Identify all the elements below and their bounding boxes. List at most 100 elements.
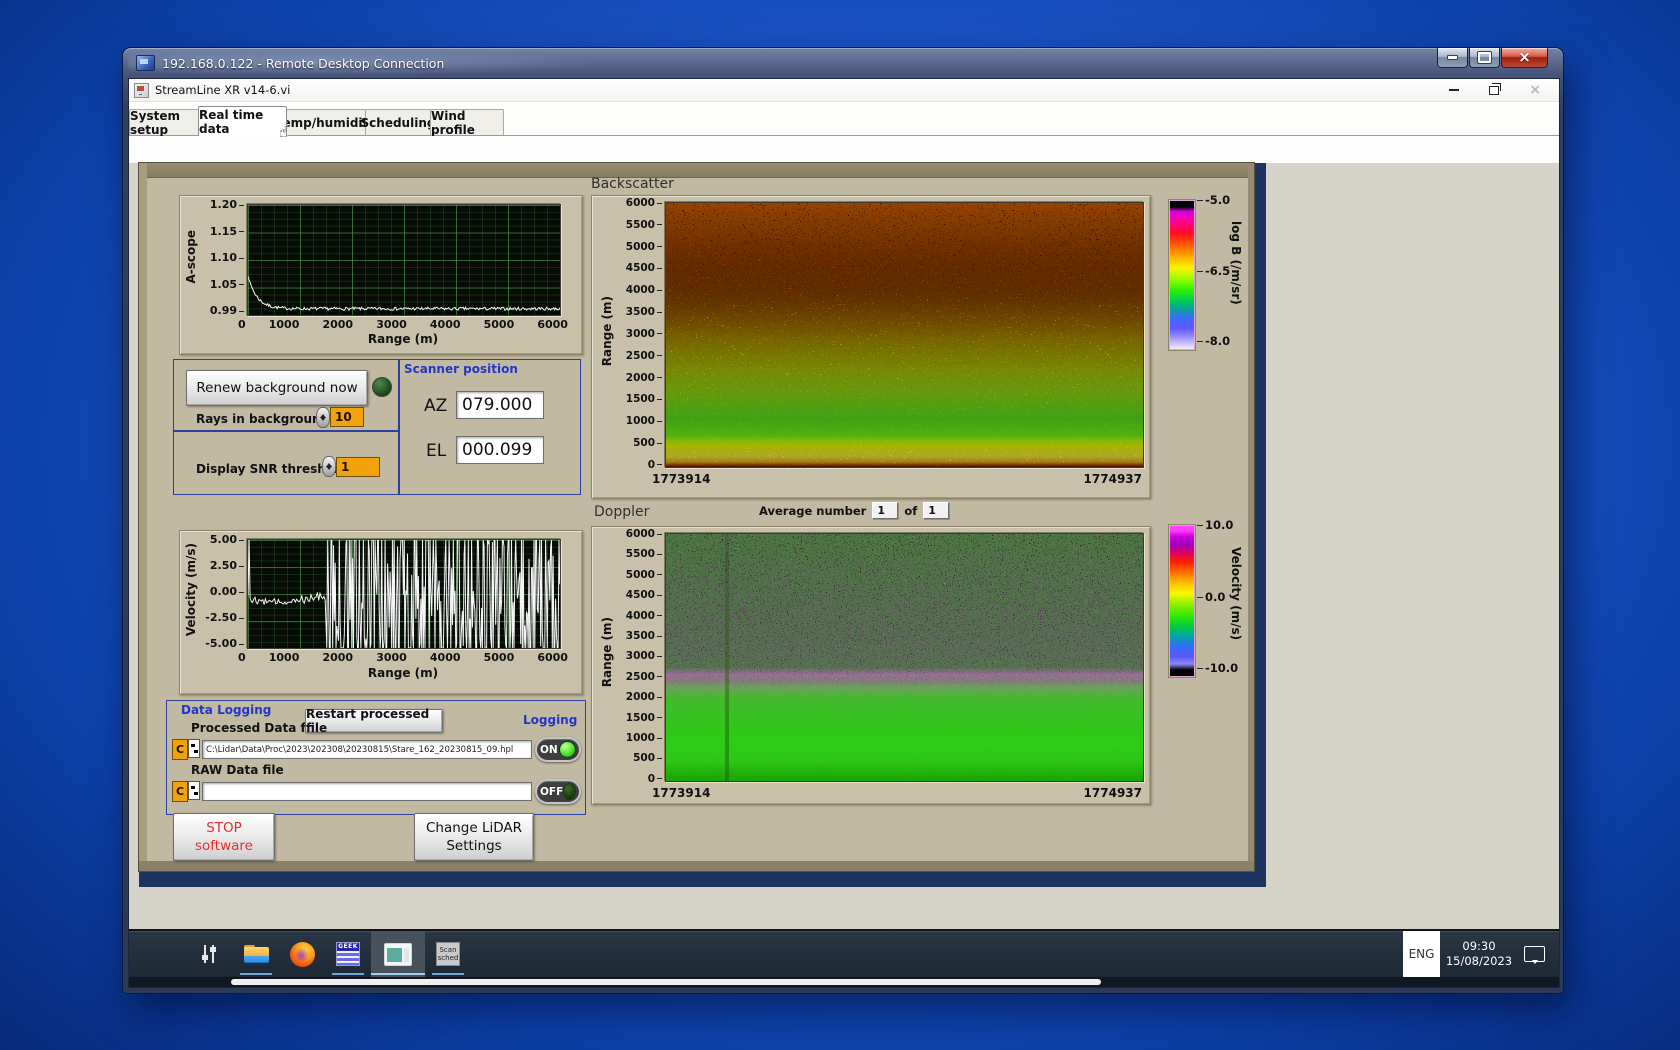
el-field[interactable]: 000.099 — [456, 436, 544, 464]
processed-browse-icon[interactable] — [188, 739, 200, 758]
app-restore-icon[interactable] — [1489, 82, 1502, 95]
ascope-xlabel: Range (m) — [367, 332, 439, 346]
backscatter-heatmap[interactable] — [665, 202, 1144, 468]
rdp-titlebar[interactable]: 192.168.0.122 - Remote Desktop Connectio… — [128, 48, 1558, 78]
change-line2: Settings — [446, 838, 502, 854]
axis-tick: 5000 — [626, 570, 662, 581]
axis-tick: 5500 — [626, 549, 662, 560]
axis-tick: 2000 — [626, 692, 662, 703]
tab-temp-humidity[interactable]: Temp/humidity — [276, 109, 376, 135]
stop-software-button[interactable]: STOP software — [173, 813, 275, 861]
rdp-maximize-button[interactable] — [1469, 48, 1500, 68]
hand-cursor: ☝ — [279, 123, 289, 141]
taskbar-clock[interactable]: 09:30 15/08/2023 — [1440, 939, 1518, 969]
axis-tick: 3000 — [626, 329, 662, 340]
average-number-field[interactable]: 1 — [872, 502, 899, 519]
app-close-icon[interactable]: × — [1529, 83, 1541, 97]
average-number-label: Average number — [759, 503, 867, 518]
vi-file-icon — [134, 82, 149, 98]
az-field[interactable]: 079.000 — [456, 391, 544, 419]
snr-spinner[interactable] — [322, 456, 336, 477]
axis-tick: 4000 — [626, 610, 662, 621]
tab-wind-profile[interactable]: Wind profile — [430, 109, 504, 137]
scrollbar-thumb[interactable] — [231, 979, 1101, 985]
streamline-window: StreamLine XR v14-6.vi × System setup Rea… — [129, 79, 1559, 931]
raw-path-field[interactable] — [202, 782, 532, 801]
axis-tick: 6000 — [537, 318, 568, 331]
doppler-yticks: 6000 5500 5000 4500 4000 3500 3000 2500 2000 1500… — [620, 529, 662, 784]
rays-spinner[interactable] — [316, 407, 330, 428]
of-label: of — [904, 503, 918, 518]
axis-tick: 0 — [238, 651, 246, 664]
doppler-streak — [724, 534, 729, 781]
raw-browse-icon[interactable] — [188, 781, 200, 800]
firefox-icon — [289, 941, 315, 967]
doppler-colorbar-unit: Velocity (m/s) — [1229, 547, 1243, 641]
tab-system-setup[interactable]: System setup — [129, 109, 199, 137]
rdp-minimize-button[interactable] — [1437, 48, 1468, 68]
rdp-horizontal-scrollbar[interactable] — [129, 977, 1559, 987]
backscatter-ylabel: Range (m) — [600, 296, 614, 367]
taskbar-item-streamline-active[interactable] — [371, 931, 425, 977]
processed-path-field[interactable]: C:\Lidar\Data\Proc\2023\202308\20230815\… — [202, 740, 532, 759]
restart-processed-file-button[interactable]: Restart processed file — [305, 707, 443, 735]
ascope-plot[interactable] — [247, 204, 561, 316]
tab-real-time-data[interactable]: Real time data — [198, 106, 287, 136]
raw-drive-box[interactable]: C — [172, 781, 188, 802]
renew-background-button[interactable]: Renew background now — [186, 370, 368, 406]
tab-scheduling[interactable]: Scheduling — [361, 109, 435, 135]
app-minimize-icon[interactable] — [1449, 89, 1460, 91]
az-value: 079.000 — [462, 395, 533, 415]
change-lidar-settings-button[interactable]: Change LiDAR Settings — [414, 813, 534, 861]
app-content: A-scope 1.20 1.15 1.10 1.05 0.99 0 1000 2000 30… — [129, 136, 1559, 931]
az-label: AZ — [424, 396, 448, 416]
logging-on-lamp-icon — [559, 741, 576, 758]
app-titlebar[interactable]: StreamLine XR v14-6.vi × — [129, 79, 1559, 102]
axis-tick: 3000 — [376, 318, 407, 331]
axis-tick: 2.50 — [210, 560, 244, 571]
el-value: 000.099 — [462, 440, 533, 460]
raw-logging-toggle[interactable]: OFF — [535, 779, 581, 804]
average-total-field[interactable]: 1 — [923, 502, 950, 519]
processed-logging-toggle[interactable]: ON — [535, 737, 581, 762]
scan-scheduler-icon: Scan sched — [436, 942, 460, 966]
axis-tick: 4500 — [626, 263, 662, 274]
axis-tick: 4000 — [429, 651, 461, 664]
axis-tick: 1000 — [626, 416, 662, 427]
processed-drive-box[interactable]: C — [172, 739, 188, 760]
taskbar-item-geek[interactable]: GEEK — [325, 931, 371, 977]
axis-tick: 10.0 — [1197, 519, 1241, 531]
axis-tick: 4000 — [429, 318, 461, 331]
taskbar-item-firefox[interactable] — [279, 931, 325, 977]
ascope-group: A-scope 1.20 1.15 1.10 1.05 0.99 0 1000 2000 30… — [179, 195, 583, 355]
backscatter-title: Backscatter — [591, 176, 674, 192]
processed-path-text: C:\Lidar\Data\Proc\2023\202308\20230815\… — [206, 744, 514, 755]
taskbar-item-file-explorer[interactable] — [233, 931, 279, 977]
time-start: 1773914 — [652, 786, 711, 800]
active-window-icon — [385, 943, 411, 965]
backscatter-time-axis: 1773914 1774937 — [652, 472, 1142, 486]
data-logging-box: Data Logging Processed Data file Restart… — [166, 700, 586, 815]
rdp-window: 192.168.0.122 - Remote Desktop Connectio… — [123, 48, 1563, 993]
scansched-line2: sched — [437, 954, 459, 962]
axis-tick: 2500 — [626, 351, 662, 362]
logging-label: Logging — [523, 713, 578, 727]
scansched-line1: Scan — [439, 946, 457, 954]
notification-center-icon[interactable] — [1524, 946, 1545, 964]
running-indicator — [332, 973, 364, 975]
taskbar-item-scan-scheduler[interactable]: Scan sched — [425, 931, 471, 977]
axis-tick: -5.00 — [205, 638, 244, 649]
doppler-heatmap[interactable] — [665, 533, 1144, 782]
axis-tick: 1500 — [626, 394, 662, 405]
axis-tick: 0.00 — [210, 586, 244, 597]
velocity-plot[interactable] — [247, 539, 561, 649]
snr-value-field[interactable]: 1 — [336, 457, 380, 477]
axis-tick: 0 — [648, 460, 662, 471]
doppler-time-axis: 1773914 1774937 — [652, 786, 1142, 800]
language-indicator[interactable]: ENG — [1403, 931, 1440, 977]
rdp-close-button[interactable]: × — [1501, 48, 1548, 68]
running-indicator — [432, 973, 464, 975]
rays-value-field[interactable]: 10 — [330, 407, 364, 427]
axis-tick: 500 — [633, 438, 662, 449]
taskbar-item-mixer[interactable] — [187, 931, 233, 977]
